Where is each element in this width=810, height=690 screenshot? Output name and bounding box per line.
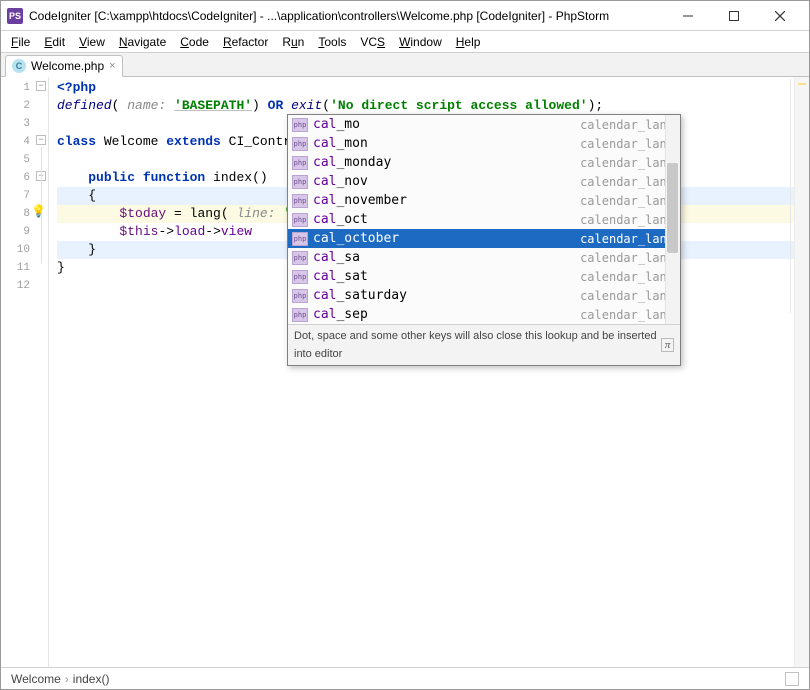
- menu-vcs[interactable]: VCS: [354, 33, 391, 51]
- popup-scroll-thumb[interactable]: [667, 163, 678, 253]
- completion-label: cal_sep: [313, 306, 575, 324]
- completion-item[interactable]: php cal_november calendar_lang: [288, 191, 680, 210]
- completion-origin: calendar_lang: [580, 287, 674, 305]
- breadcrumb-separator-icon: ›: [65, 672, 69, 686]
- pi-button[interactable]: π: [661, 338, 674, 352]
- tab-welcome-php[interactable]: C Welcome.php ×: [5, 55, 123, 77]
- statusbar: Welcome › index(): [1, 667, 809, 689]
- close-button[interactable]: [757, 2, 803, 30]
- menu-window[interactable]: Window: [393, 33, 448, 51]
- app-icon: PS: [7, 8, 23, 24]
- lang-file-icon: php: [292, 156, 308, 170]
- completion-label: cal_oct: [313, 211, 575, 229]
- lang-file-icon: php: [292, 137, 308, 151]
- completion-item[interactable]: php cal_sa calendar_lang: [288, 248, 680, 267]
- completion-label: cal_mon: [313, 135, 575, 153]
- window-title: CodeIgniter [C:\xampp\htdocs\CodeIgniter…: [29, 9, 665, 23]
- menu-view[interactable]: View: [73, 33, 111, 51]
- right-margin: [790, 79, 791, 313]
- lang-file-icon: php: [292, 118, 308, 132]
- completion-origin: calendar_lang: [580, 268, 674, 286]
- menubar: File Edit View Navigate Code Refactor Ru…: [1, 31, 809, 53]
- lang-file-icon: php: [292, 251, 308, 265]
- fold-marker-icon[interactable]: −: [36, 81, 46, 91]
- menu-refactor[interactable]: Refactor: [217, 33, 274, 51]
- tab-close-icon[interactable]: ×: [109, 60, 115, 72]
- intention-bulb-icon[interactable]: 💡: [31, 206, 43, 218]
- completion-origin: calendar_lang: [580, 249, 674, 267]
- completion-origin: calendar_lang: [580, 192, 674, 210]
- lang-file-icon: php: [292, 289, 308, 303]
- phpstorm-window: PS CodeIgniter [C:\xampp\htdocs\CodeIgni…: [0, 0, 810, 690]
- completion-origin: calendar_lang: [580, 230, 674, 248]
- completion-hint-bar: Dot, space and some other keys will also…: [288, 324, 680, 365]
- completion-item[interactable]: php cal_mon calendar_lang: [288, 134, 680, 153]
- completion-item[interactable]: php cal_sat calendar_lang: [288, 267, 680, 286]
- completion-item[interactable]: php cal_oct calendar_lang: [288, 210, 680, 229]
- code-area[interactable]: ✔ <?php defined( name: 'BASEPATH') OR ex…: [49, 77, 809, 667]
- scrollbar-marker: [798, 83, 806, 85]
- completion-item[interactable]: php cal_sep calendar_lang: [288, 305, 680, 324]
- menu-edit[interactable]: Edit: [38, 33, 71, 51]
- completion-origin: calendar_lang: [580, 154, 674, 172]
- completion-item[interactable]: php cal_mo calendar_lang: [288, 115, 680, 134]
- line-number: 2: [1, 97, 48, 115]
- maximize-button[interactable]: [711, 2, 757, 30]
- menu-navigate[interactable]: Navigate: [113, 33, 172, 51]
- lang-file-icon: php: [292, 175, 308, 189]
- menu-file[interactable]: File: [5, 33, 36, 51]
- completion-origin: calendar_lang: [580, 173, 674, 191]
- completion-popup: phpcal_mocalendar_langphpcal_moncalendar…: [287, 114, 681, 366]
- lang-file-icon: php: [292, 270, 308, 284]
- completion-label: cal_nov: [313, 173, 575, 191]
- menu-tools[interactable]: Tools: [312, 33, 352, 51]
- tab-label: Welcome.php: [31, 59, 104, 73]
- minimize-button[interactable]: [665, 2, 711, 30]
- line-number: 12: [1, 277, 48, 295]
- line-number: 3: [1, 115, 48, 133]
- lang-file-icon: php: [292, 194, 308, 208]
- editor-scrollbar[interactable]: [794, 77, 809, 667]
- completion-label: cal_sat: [313, 268, 575, 286]
- completion-origin: calendar_lang: [580, 116, 674, 134]
- lang-file-icon: php: [292, 232, 308, 246]
- menu-run[interactable]: Run: [276, 33, 310, 51]
- breadcrumb-class[interactable]: Welcome: [11, 672, 61, 686]
- gutter: 1 2 3 4 5 6 7 8 9 10 11 12 − − − 💡: [1, 77, 49, 667]
- popup-scrollbar[interactable]: [665, 115, 680, 324]
- lang-file-icon: php: [292, 308, 308, 322]
- completion-item[interactable]: php cal_saturday calendar_lang: [288, 286, 680, 305]
- completion-label: cal_monday: [313, 154, 575, 172]
- file-icon: C: [12, 59, 26, 73]
- menu-code[interactable]: Code: [174, 33, 215, 51]
- completion-label: cal_november: [313, 192, 575, 210]
- fold-marker-icon[interactable]: −: [36, 135, 46, 145]
- completion-item[interactable]: php cal_nov calendar_lang: [288, 172, 680, 191]
- lang-file-icon: php: [292, 213, 308, 227]
- completion-item[interactable]: php cal_monday calendar_lang: [288, 153, 680, 172]
- completion-item[interactable]: php cal_october calendar_lang: [288, 229, 680, 248]
- code-editor[interactable]: 1 2 3 4 5 6 7 8 9 10 11 12 − − − 💡 ✔ <?p…: [1, 77, 809, 667]
- completion-label: cal_mo: [313, 116, 575, 134]
- completion-origin: calendar_lang: [580, 135, 674, 153]
- menu-help[interactable]: Help: [450, 33, 487, 51]
- completion-origin: calendar_lang: [580, 211, 674, 229]
- completion-label: cal_sa: [313, 249, 575, 267]
- editor-tabs: C Welcome.php ×: [1, 53, 809, 77]
- statusbar-indicator[interactable]: [785, 672, 799, 686]
- completion-label: cal_october: [313, 230, 575, 248]
- titlebar: PS CodeIgniter [C:\xampp\htdocs\CodeIgni…: [1, 1, 809, 31]
- completion-hint-text: Dot, space and some other keys will also…: [294, 327, 661, 363]
- completion-list[interactable]: phpcal_mocalendar_langphpcal_moncalendar…: [288, 115, 680, 324]
- completion-origin: calendar_lang: [580, 306, 674, 324]
- breadcrumb-method[interactable]: index(): [73, 672, 110, 686]
- completion-label: cal_saturday: [313, 287, 575, 305]
